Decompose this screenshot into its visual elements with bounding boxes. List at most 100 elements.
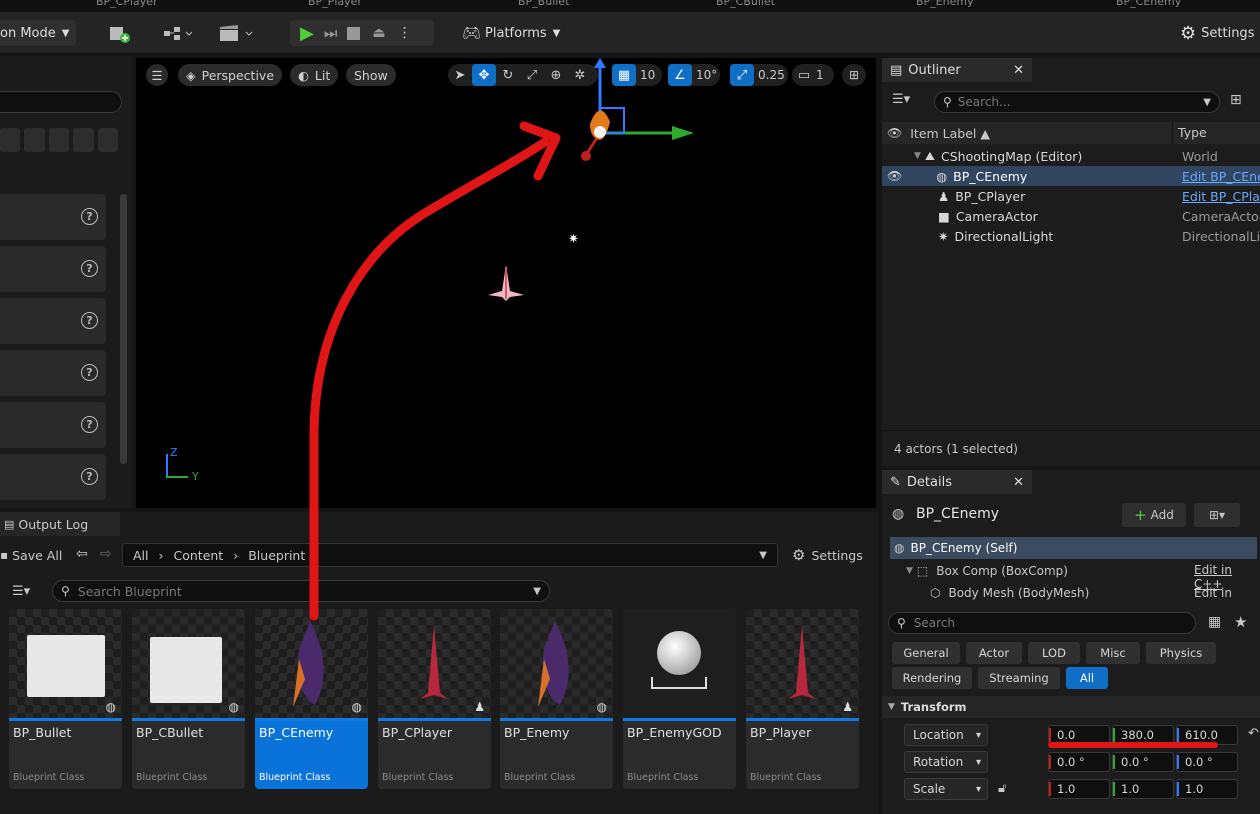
component-row[interactable]: ⬡ Body Mesh (BodyMesh) Edit in C++ <box>890 584 1257 602</box>
edit-in-cpp-link[interactable]: Edit in C++ <box>1194 586 1257 602</box>
filter-actor[interactable]: Actor <box>966 642 1022 664</box>
breadcrumb-blueprint[interactable]: Blueprint <box>248 548 305 563</box>
tab-bp-player[interactable]: BP_Player <box>308 0 362 8</box>
outliner-row-selected[interactable]: 👁︎ ◍ BP_CEnemy Edit BP_CEnemy <box>882 166 1260 186</box>
play-icon[interactable]: ▶ <box>300 23 314 44</box>
location-dropdown[interactable]: Location ▾ <box>904 724 988 746</box>
category-icon[interactable] <box>0 128 21 152</box>
show-button[interactable]: Show <box>346 64 396 86</box>
help-icon[interactable]: ? <box>81 208 98 225</box>
rotation-y-field[interactable]: 0.0 ° <box>1112 752 1174 772</box>
output-log-tab[interactable]: ▤ Output Log <box>0 512 120 536</box>
scale-snap[interactable]: ⤢ 0.25 <box>730 64 788 86</box>
category-icon[interactable] <box>73 128 94 152</box>
forward-icon[interactable]: ⇨ <box>100 546 112 562</box>
category-icon[interactable] <box>48 128 70 152</box>
search-input[interactable] <box>0 91 122 113</box>
rotation-x-field[interactable]: 0.0 ° <box>1048 752 1110 772</box>
layout-button[interactable]: ⊞ <box>842 64 866 86</box>
world-local-icon[interactable]: ⊕ <box>544 64 568 86</box>
filter-icon[interactable]: ☰▾ <box>12 584 30 599</box>
stop-icon[interactable] <box>347 26 361 40</box>
filter-rendering[interactable]: Rendering <box>892 667 972 689</box>
mode-selector[interactable]: on Mode ▼ <box>0 20 76 46</box>
scrollbar[interactable] <box>120 194 127 464</box>
scale-z-field[interactable]: 1.0 <box>1176 779 1238 799</box>
asset-tile[interactable]: ♟ BP_Player Blueprint Class <box>746 609 859 789</box>
tab-bp-cplayer[interactable]: BP_CPlayer <box>96 0 158 8</box>
col-type[interactable]: Type <box>1178 125 1207 140</box>
add-folder-icon[interactable]: ⊞ <box>1230 92 1242 108</box>
save-all-button[interactable]: ▪ Save All <box>0 544 66 566</box>
cinematics-button[interactable] <box>218 20 258 46</box>
outliner-row[interactable]: ▼ ⛰ CShootingMap (Editor) World <box>882 146 1260 166</box>
help-icon[interactable]: ? <box>81 468 98 485</box>
breadcrumb-all[interactable]: All <box>133 548 149 563</box>
component-row[interactable]: ▼ ⬚ Box Comp (BoxComp) Edit in C++ <box>890 560 1257 591</box>
asset-tile[interactable]: ♟ BP_CPlayer Blueprint Class <box>378 609 491 789</box>
tab-bp-cenemy[interactable]: BP_CEnemy <box>1116 0 1181 8</box>
asset-tile[interactable]: BP_EnemyGOD Blueprint Class <box>623 609 736 789</box>
filter-icon[interactable]: ☰▾ <box>892 92 910 107</box>
visibility-icon[interactable]: 👁︎ <box>887 169 902 183</box>
outliner-tab[interactable]: ▤ Outliner ✕ <box>882 58 1032 82</box>
property-matrix-icon[interactable]: ▦ <box>1208 614 1221 630</box>
camera-speed[interactable]: ▭ 1 <box>792 64 834 86</box>
filter-physics[interactable]: Physics <box>1146 642 1216 664</box>
filter-general[interactable]: General <box>892 642 960 664</box>
place-item[interactable]: ? <box>0 246 106 292</box>
asset-tile-selected[interactable]: ◍ BP_CEnemy Blueprint Class <box>255 609 368 789</box>
move-icon[interactable]: ✥ <box>472 64 496 86</box>
tab-bp-bullet[interactable]: BP_Bullet <box>518 0 569 8</box>
place-item[interactable]: ? <box>0 350 106 396</box>
row-type-link[interactable]: Edit BP_CPlayer <box>1182 189 1260 204</box>
outliner-row[interactable]: ♟ BP_CPlayer Edit BP_CPlayer <box>882 186 1260 206</box>
transform-section-header[interactable]: ▼ Transform <box>882 696 1260 718</box>
tab-bp-cbullet[interactable]: BP_CBullet <box>716 0 775 8</box>
help-icon[interactable]: ? <box>81 364 98 381</box>
lit-button[interactable]: ◐ Lit <box>290 64 339 86</box>
platforms-button[interactable]: 🎮︎ Platforms ▼ <box>462 20 562 46</box>
close-icon[interactable]: ✕ <box>1013 63 1024 78</box>
help-icon[interactable]: ? <box>81 416 98 433</box>
blueprint-menu-button[interactable] <box>162 20 200 46</box>
blueprint-options-button[interactable]: ⊞▾ <box>1194 503 1240 527</box>
col-item-label[interactable]: Item Label ▲ <box>910 126 990 141</box>
more-options-icon[interactable]: ⋮ <box>398 25 412 41</box>
close-icon[interactable]: ✕ <box>1013 475 1024 490</box>
player-ship-sprite[interactable] <box>486 263 526 303</box>
lock-icon[interactable]: 🔓︎ <box>998 781 1006 796</box>
scale-dropdown[interactable]: Scale ▾ <box>904 778 988 800</box>
filter-lod[interactable]: LOD <box>1028 642 1080 664</box>
add-actor-button[interactable] <box>108 20 144 46</box>
details-search-input[interactable]: ⚲ Search <box>888 612 1196 634</box>
step-icon[interactable]: ⏭ <box>324 24 338 42</box>
place-item[interactable]: ? <box>0 454 106 500</box>
settings-button[interactable]: ⚙ Settings <box>1180 20 1260 46</box>
rotation-z-field[interactable]: 0.0 ° <box>1176 752 1238 772</box>
star-icon[interactable]: ★ <box>1234 613 1247 631</box>
chevron-down-icon[interactable]: ▼ <box>759 550 767 561</box>
rotate-icon[interactable]: ↻ <box>496 64 520 86</box>
asset-tile[interactable]: ◍ BP_CBullet Blueprint Class <box>132 609 245 789</box>
help-icon[interactable]: ? <box>81 312 98 329</box>
place-item[interactable]: ? <box>0 194 106 240</box>
asset-tile[interactable]: ◍ BP_Enemy Blueprint Class <box>500 609 613 789</box>
outliner-row[interactable]: ✷ DirectionalLight DirectionalLight <box>882 226 1260 246</box>
cb-settings-button[interactable]: ⚙ Settings <box>792 544 872 566</box>
add-component-button[interactable]: + Add <box>1122 503 1186 527</box>
select-icon[interactable]: ➤ <box>448 64 472 86</box>
back-icon[interactable]: ⇦ <box>76 546 88 562</box>
reset-icon[interactable]: ↶ <box>1248 726 1259 741</box>
filter-misc[interactable]: Misc <box>1086 642 1140 664</box>
place-item[interactable]: ? <box>0 298 106 344</box>
outliner-row[interactable]: ■ CameraActor CameraActor <box>882 206 1260 226</box>
place-item[interactable]: ? <box>0 402 106 448</box>
scale-y-field[interactable]: 1.0 <box>1112 779 1174 799</box>
scale-icon[interactable]: ⤢ <box>520 64 544 86</box>
component-self[interactable]: ◍ BP_CEnemy (Self) <box>890 537 1257 559</box>
filter-streaming[interactable]: Streaming <box>978 667 1060 689</box>
viewport-menu-button[interactable]: ☰ <box>146 64 168 86</box>
asset-tile[interactable]: ◍ BP_Bullet Blueprint Class <box>9 609 122 789</box>
scale-x-field[interactable]: 1.0 <box>1048 779 1110 799</box>
